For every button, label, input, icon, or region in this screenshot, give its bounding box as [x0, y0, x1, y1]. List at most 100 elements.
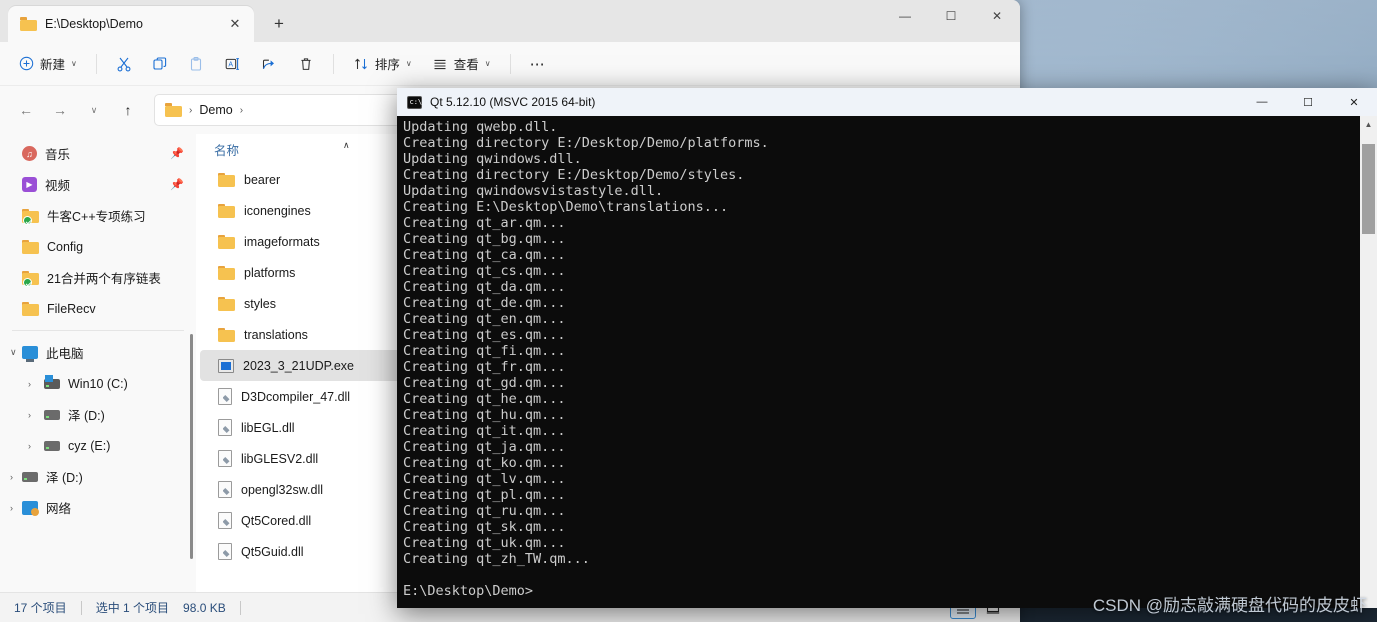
scissors-icon — [117, 57, 131, 71]
file-name: platforms — [244, 265, 296, 280]
sidebar-item-drive-c[interactable]: › Win10 (C:) — [0, 368, 196, 399]
folder-icon-address — [165, 103, 182, 117]
console-titlebar: c:\ Qt 5.12.10 (MSVC 2015 64-bit) — ☐ ✕ — [397, 88, 1377, 116]
cut-button[interactable] — [107, 48, 141, 80]
breadcrumb-separator-1: › — [239, 104, 244, 116]
sidebar-item-label: 21合并两个有序链表 — [47, 272, 161, 286]
sidebar-item-this-pc[interactable]: ∨ 此电脑 — [0, 337, 196, 368]
dll-file-icon — [218, 419, 232, 436]
tab-title: E:\Desktop\Demo — [45, 17, 143, 31]
sidebar-item-label: 泽 (D:) — [46, 471, 83, 485]
sidebar-item-filerecv[interactable]: FileRecv — [0, 293, 196, 324]
scroll-up-icon[interactable]: ▲ — [1360, 116, 1377, 133]
sidebar-item-drive-e[interactable]: › cyz (E:) — [0, 430, 196, 461]
file-name: imageformats — [244, 234, 320, 249]
console-output[interactable]: Updating qwebp.dll. Creating directory E… — [397, 116, 1360, 608]
chevron-down-icon[interactable]: ∨ — [10, 347, 17, 358]
trash-icon — [301, 57, 311, 70]
explorer-window-controls: — ☐ ✕ — [882, 0, 1020, 42]
close-icon[interactable]: ✕ — [224, 13, 246, 35]
sidebar-item-config[interactable]: Config — [0, 231, 196, 262]
sidebar-item-label: FileRecv — [47, 301, 96, 316]
paste-button[interactable] — [179, 48, 213, 80]
delete-button[interactable] — [289, 48, 323, 80]
console-window-controls: — ☐ ✕ — [1239, 88, 1377, 116]
folder-sync-icon — [22, 208, 39, 225]
folder-icon — [22, 301, 39, 316]
view-button[interactable]: 查看 ∨ — [423, 48, 500, 80]
folder-icon — [218, 203, 235, 218]
pin-icon[interactable]: 📌 — [170, 178, 184, 191]
sidebar-item-music[interactable]: ♫ 音乐 📌 — [0, 138, 196, 169]
this-pc-icon — [22, 346, 38, 362]
pin-icon[interactable]: 📌 — [170, 147, 184, 160]
breadcrumb-separator-0: › — [189, 104, 193, 116]
folder-icon — [218, 327, 235, 342]
file-name: libEGL.dll — [241, 420, 295, 435]
sidebar-item-drive-d-root[interactable]: › 泽 (D:) — [0, 461, 196, 492]
drive-windows-icon — [44, 374, 60, 389]
list-lines-icon — [434, 59, 446, 69]
rename-button[interactable]: A — [215, 48, 250, 80]
toolbar-divider-3 — [509, 53, 511, 74]
sidebar-item-video[interactable]: ▶ 视频 📌 — [0, 169, 196, 200]
chevron-down-icon: ∨ — [71, 59, 77, 68]
executable-icon — [218, 358, 234, 373]
sidebar-item-label: cyz (E:) — [68, 438, 111, 453]
sidebar-item-merge-lists[interactable]: 21合并两个有序链表 — [0, 262, 196, 293]
breadcrumb-item-demo[interactable]: Demo — [199, 103, 232, 117]
chevron-right-icon[interactable]: › — [28, 379, 31, 389]
chevron-right-icon[interactable]: › — [10, 472, 13, 482]
sort-button[interactable]: 排序 ∨ — [344, 48, 421, 80]
file-name: opengl32sw.dll — [241, 482, 324, 497]
file-name: styles — [244, 296, 276, 311]
column-header-label: 名称 — [214, 143, 240, 158]
sidebar-item-niuke-cpp[interactable]: 牛客C++专项练习 — [0, 200, 196, 231]
new-button[interactable]: 新建 ∨ — [10, 48, 86, 80]
close-button[interactable]: ✕ — [1331, 88, 1377, 116]
console-scrollbar[interactable]: ▲ — [1360, 116, 1377, 608]
forward-button[interactable]: → — [44, 94, 76, 126]
more-options-button[interactable]: ⋯ — [521, 48, 555, 80]
maximize-button[interactable]: ☐ — [928, 0, 974, 32]
sidebar-item-drive-d[interactable]: › 泽 (D:) — [0, 399, 196, 430]
folder-icon — [20, 17, 37, 31]
sidebar-item-label: Win10 (C:) — [68, 376, 128, 391]
file-name: iconengines — [244, 203, 311, 218]
sidebar-item-network[interactable]: › 网络 — [0, 492, 196, 523]
selection-label: 选中 1 个项目 — [95, 601, 170, 615]
chevron-right-icon[interactable]: › — [10, 503, 13, 513]
file-name: Qt5Guid.dll — [241, 544, 304, 559]
paste-icon — [190, 56, 201, 71]
up-button[interactable]: ↑ — [112, 94, 144, 126]
status-divider — [80, 600, 82, 615]
console-title: Qt 5.12.10 (MSVC 2015 64-bit) — [430, 95, 596, 109]
copy-button[interactable] — [143, 48, 177, 80]
file-name: bearer — [244, 172, 281, 187]
network-icon — [22, 500, 39, 516]
chevron-down-icon-sort: ∨ — [405, 59, 412, 68]
sidebar-scrollbar[interactable] — [190, 334, 193, 559]
navigation-sidebar: ♫ 音乐 📌 ▶ 视频 📌 牛客C++专项练习 Config 21合并两个有序链… — [0, 134, 196, 592]
share-button[interactable] — [252, 48, 287, 80]
sort-button-label: 排序 — [374, 58, 400, 72]
chevron-right-icon[interactable]: › — [28, 410, 31, 420]
chevron-right-icon[interactable]: › — [28, 441, 31, 451]
rename-icon: A — [225, 57, 239, 70]
minimize-button[interactable]: — — [882, 0, 928, 32]
file-name: Qt5Cored.dll — [241, 513, 312, 528]
new-tab-button[interactable]: + — [264, 9, 294, 39]
toolbar-divider-2 — [332, 53, 334, 74]
close-button[interactable]: ✕ — [974, 0, 1020, 32]
view-button-label: 查看 — [453, 58, 479, 72]
video-icon: ▶ — [22, 177, 37, 192]
explorer-tab[interactable]: E:\Desktop\Demo ✕ — [8, 6, 254, 42]
scrollbar-thumb[interactable] — [1362, 144, 1375, 234]
recent-locations-button[interactable]: ∨ — [78, 94, 110, 126]
maximize-button[interactable]: ☐ — [1285, 88, 1331, 116]
sidebar-item-label: 视频 — [45, 179, 71, 193]
file-name: D3Dcompiler_47.dll — [241, 389, 351, 404]
drive-icon — [22, 471, 38, 482]
back-button[interactable]: ← — [10, 94, 42, 126]
minimize-button[interactable]: — — [1239, 88, 1285, 116]
